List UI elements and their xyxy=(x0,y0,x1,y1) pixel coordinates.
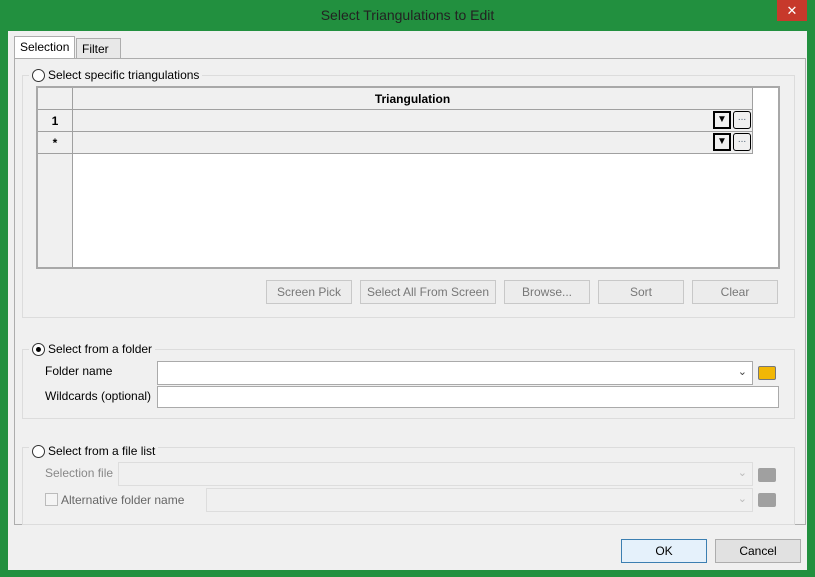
folder-label: Select from a folder xyxy=(48,342,153,356)
clear-button[interactable]: Clear xyxy=(692,280,778,304)
folder-open-icon xyxy=(758,493,776,507)
screen-pick-button[interactable]: Screen Pick xyxy=(266,280,352,304)
selection-file-label: Selection file xyxy=(45,466,114,480)
folder-radio-option[interactable]: Select from a folder xyxy=(29,341,156,357)
filelist-radio[interactable] xyxy=(32,444,45,458)
folder-name-combobox[interactable]: ⌄ xyxy=(157,361,753,385)
alt-folder-checkbox[interactable] xyxy=(45,493,58,506)
grid-corner xyxy=(38,88,73,110)
folder-radio[interactable] xyxy=(32,342,45,356)
sort-button[interactable]: Sort xyxy=(598,280,684,304)
browse-button[interactable]: Browse... xyxy=(504,280,590,304)
row-header[interactable]: * xyxy=(38,132,73,154)
specific-label: Select specific triangulations xyxy=(48,68,200,82)
chevron-down-icon: ⌄ xyxy=(737,467,747,479)
dropdown-arrow-icon[interactable]: ▼ xyxy=(713,111,731,129)
browse-ellipsis-button[interactable]: ... xyxy=(733,133,751,151)
specific-radio-option[interactable]: Select specific triangulations xyxy=(29,67,203,83)
select-all-from-screen-button[interactable]: Select All From Screen xyxy=(360,280,496,304)
window-title: Select Triangulations to Edit xyxy=(320,7,495,23)
dropdown-arrow-icon[interactable]: ▼ xyxy=(713,133,731,151)
row-header[interactable]: 1 xyxy=(38,110,73,132)
triangulation-grid: Triangulation 1 ▼ ... * ▼ ... xyxy=(36,86,780,269)
chevron-down-icon[interactable]: ⌄ xyxy=(738,365,747,378)
table-row[interactable]: ▼ ... xyxy=(73,110,753,132)
wildcards-input[interactable] xyxy=(157,386,779,408)
alt-folder-combobox[interactable]: ⌄ xyxy=(206,488,753,512)
folder-name-label: Folder name xyxy=(45,364,113,378)
ok-button[interactable]: OK xyxy=(621,539,707,563)
filelist-label: Select from a file list xyxy=(48,444,156,458)
browse-ellipsis-button[interactable]: ... xyxy=(733,111,751,129)
folder-open-icon xyxy=(758,468,776,482)
specific-radio[interactable] xyxy=(32,68,45,82)
tab-filter[interactable]: Filter xyxy=(76,38,121,60)
folder-open-icon[interactable] xyxy=(758,366,776,380)
chevron-down-icon: ⌄ xyxy=(737,493,747,505)
selection-file-combobox[interactable]: ⌄ xyxy=(118,462,753,486)
cancel-button[interactable]: Cancel xyxy=(715,539,801,563)
table-row[interactable]: ▼ ... xyxy=(73,132,753,154)
column-header-triangulation[interactable]: Triangulation xyxy=(73,88,753,110)
alt-folder-label: Alternative folder name xyxy=(61,493,185,507)
wildcards-label: Wildcards (optional) xyxy=(45,389,152,403)
filelist-radio-option[interactable]: Select from a file list xyxy=(29,443,159,459)
tab-selection[interactable]: Selection xyxy=(14,36,76,60)
close-button[interactable]: ✕ xyxy=(777,0,807,21)
